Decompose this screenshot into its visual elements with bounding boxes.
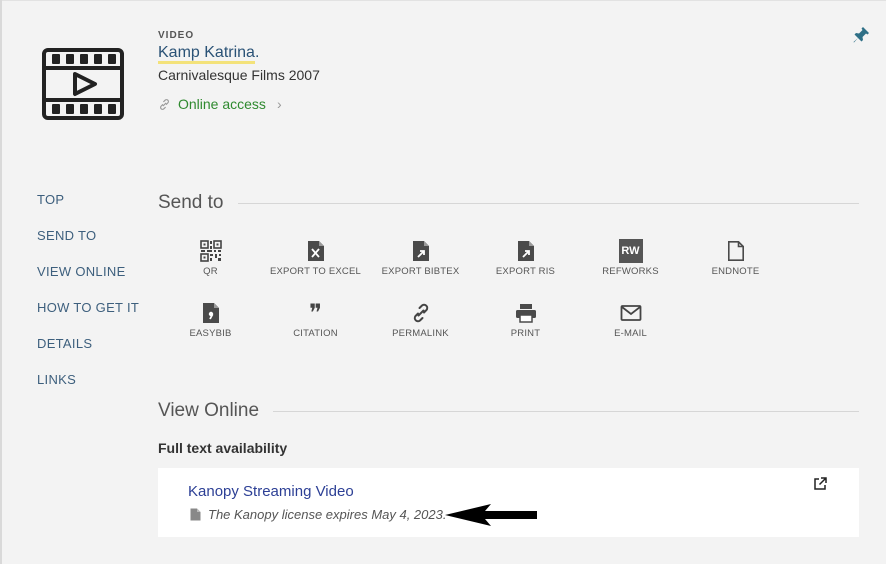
email-label: E-MAIL (614, 328, 647, 339)
qr-code-icon (199, 240, 222, 262)
record-title-text[interactable]: Kamp Katrina (158, 44, 255, 64)
left-arrow-annotation (445, 504, 537, 526)
divider (237, 202, 859, 204)
envelope-icon (620, 305, 641, 321)
resource-type-label: VIDEO (158, 30, 195, 41)
nav-item-links[interactable]: LINKS (37, 372, 139, 408)
view-online-heading: View Online (158, 400, 260, 421)
license-note-text: The Kanopy license expires May 4, 2023. (208, 507, 447, 522)
permalink-button[interactable]: PERMALINK (368, 300, 473, 339)
external-link-icon[interactable] (813, 477, 827, 491)
export-to-excel-button[interactable]: EXPORT TO EXCEL (263, 238, 368, 277)
pin-icon[interactable] (852, 26, 870, 44)
license-note: The Kanopy license expires May 4, 2023. (190, 507, 446, 522)
endnote-button[interactable]: ENDNOTE (683, 238, 788, 277)
send-to-section-header: Send to (158, 192, 859, 214)
bibtex-icon (412, 241, 429, 261)
nav-item-view-online[interactable]: VIEW ONLINE (37, 264, 139, 300)
printer-icon (515, 304, 536, 323)
citation-label: CITATION (293, 328, 338, 339)
print-button[interactable]: PRINT (473, 300, 578, 339)
top-border (0, 0, 886, 1)
document-icon (190, 508, 201, 521)
export-bibtex-button[interactable]: EXPORT BIBTEX (368, 238, 473, 277)
nav-item-details[interactable]: DETAILS (37, 336, 139, 372)
view-online-section-header: View Online (158, 400, 859, 422)
side-navigation: TOP SEND TO VIEW ONLINE HOW TO GET IT DE… (37, 192, 139, 408)
citation-button[interactable]: ❞ CITATION (263, 300, 368, 339)
link-icon (160, 98, 169, 110)
film-strip-play-icon (42, 48, 124, 120)
refworks-icon: RW (618, 239, 643, 263)
print-label: PRINT (510, 328, 541, 339)
refworks-icon-text: RW (621, 245, 640, 257)
permalink-label: PERMALINK (392, 328, 449, 339)
online-access-label[interactable]: Online access (178, 96, 266, 112)
record-title-suffix: . (254, 44, 260, 61)
divider (273, 410, 859, 412)
ris-icon (517, 241, 534, 261)
nav-item-send-to[interactable]: SEND TO (37, 228, 139, 264)
refworks-button[interactable]: RW REFWORKS (578, 238, 683, 277)
send-to-heading: Send to (158, 192, 224, 213)
quote-icon: ❞ (309, 299, 322, 327)
email-button[interactable]: E-MAIL (578, 300, 683, 339)
export-bibtex-label: EXPORT BIBTEX (381, 266, 460, 277)
nav-item-how-to-get-it[interactable]: HOW TO GET IT (37, 300, 139, 336)
kanopy-service-link[interactable]: Kanopy Streaming Video (188, 483, 354, 500)
easybib-icon (202, 303, 219, 323)
endnote-icon (727, 241, 744, 261)
online-access-link[interactable]: Online access › (158, 96, 282, 112)
excel-icon (307, 241, 324, 261)
easybib-label: EASYBIB (189, 328, 232, 339)
record-title[interactable]: Kamp Katrina. (158, 44, 260, 64)
full-text-availability-heading: Full text availability (158, 440, 288, 456)
export-ris-button[interactable]: EXPORT RIS (473, 238, 578, 277)
service-card: Kanopy Streaming Video The Kanopy licens… (158, 468, 859, 537)
qr-label: QR (203, 266, 218, 277)
chevron-right-icon: › (276, 96, 282, 112)
left-border (0, 0, 2, 564)
export-to-excel-label: EXPORT TO EXCEL (269, 266, 361, 277)
refworks-label: REFWORKS (602, 266, 659, 277)
link-icon (413, 303, 428, 323)
nav-item-top[interactable]: TOP (37, 192, 139, 228)
easybib-button[interactable]: EASYBIB (158, 300, 263, 339)
publisher-line: Carnivalesque Films 2007 (158, 67, 320, 83)
export-ris-label: EXPORT RIS (495, 266, 556, 277)
qr-button[interactable]: QR (158, 238, 263, 277)
endnote-label: ENDNOTE (711, 266, 760, 277)
